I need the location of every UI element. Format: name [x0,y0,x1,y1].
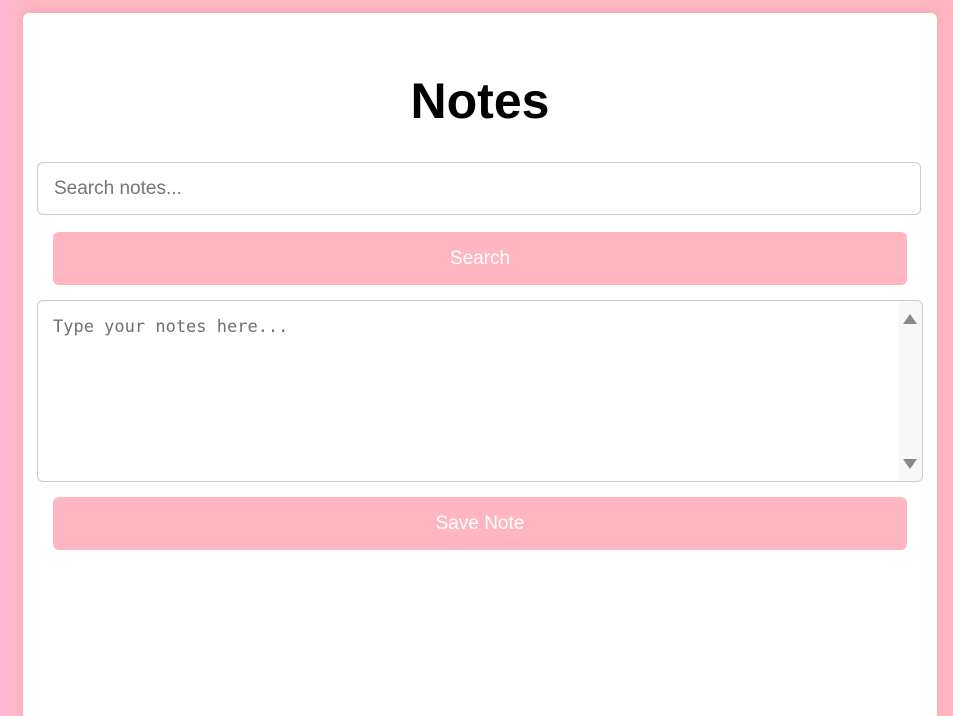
page-title: Notes [410,73,550,129]
scroll-down-icon[interactable] [903,459,917,469]
save-note-button[interactable]: Save Note [53,497,907,550]
search-input[interactable] [37,162,921,215]
notes-scrollbar[interactable] [899,301,922,481]
scroll-up-icon[interactable] [903,314,917,324]
notes-editor [37,300,923,482]
search-button[interactable]: Search [53,232,907,285]
notes-card: Notes Search Save Note [23,13,937,716]
notes-textarea[interactable] [38,301,899,481]
